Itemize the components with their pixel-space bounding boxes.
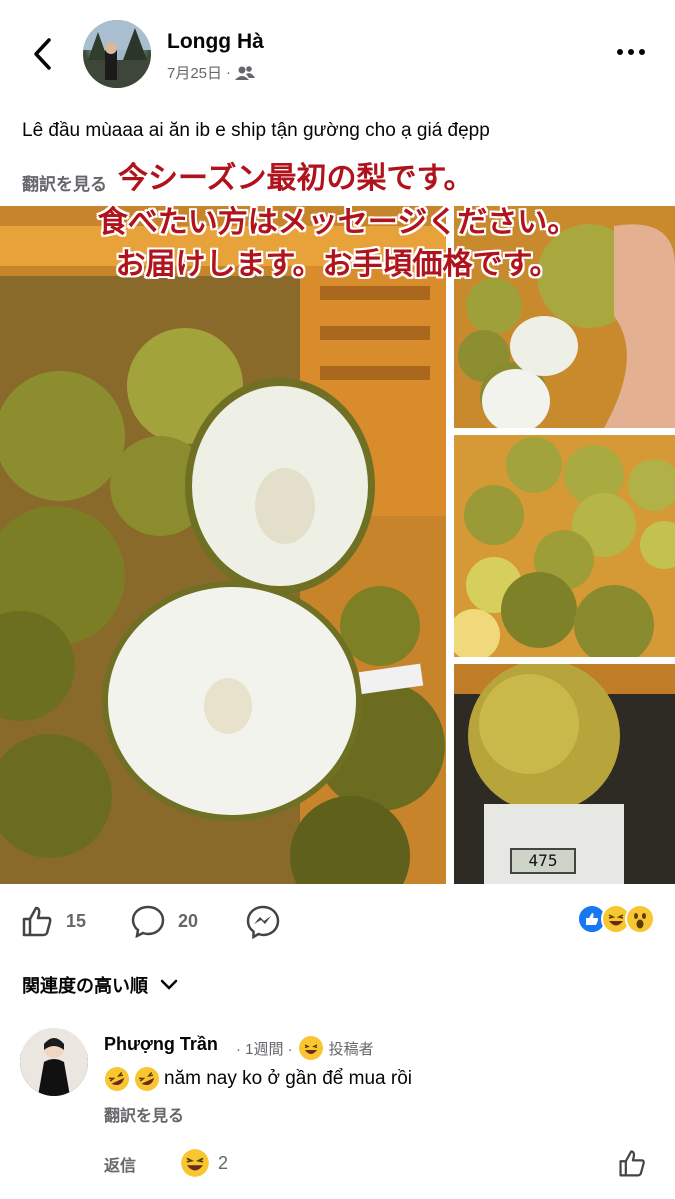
post-text: Lê đầu mùaaa ai ăn ib e ship tận gường c… bbox=[22, 120, 490, 141]
back-button[interactable] bbox=[22, 34, 62, 74]
photo-grid: 475 今シーズン最初の梨です。 食べたい方はメッセージください。 お届けします… bbox=[0, 162, 675, 884]
comment-time: · 1週間 · bbox=[236, 1040, 293, 1058]
comment-see-translation-link[interactable]: 翻訳を見る bbox=[104, 1102, 184, 1126]
scale-display: 475 bbox=[510, 848, 576, 874]
overlay-text-line1: 今シーズン最初の梨です。 bbox=[118, 162, 474, 195]
grin-emoji-icon bbox=[298, 1036, 323, 1060]
photo-bottom-right[interactable]: 475 bbox=[454, 664, 675, 884]
comment-icon bbox=[131, 905, 165, 938]
author-badge: 投稿者 bbox=[328, 1040, 374, 1058]
post-actions: 15 20 bbox=[0, 896, 675, 948]
chevron-down-icon bbox=[160, 979, 178, 990]
comment-body: năm nay ko ở gần để mua rồi bbox=[104, 1066, 412, 1092]
comment-sort-dropdown[interactable]: 関連度の高い順 bbox=[22, 972, 178, 998]
more-options-button[interactable] bbox=[613, 42, 649, 62]
rofl-emoji-icon bbox=[135, 1067, 159, 1091]
meta-separator: · bbox=[226, 64, 232, 81]
overlay-text-line2: 食べたい方はメッセージください。 bbox=[97, 206, 578, 239]
see-translation-link[interactable]: 翻訳を見る bbox=[22, 170, 107, 195]
like-icon bbox=[619, 1150, 645, 1177]
sort-label: 関連度の高い順 bbox=[22, 976, 148, 996]
haha-reaction-icon bbox=[181, 1149, 209, 1177]
author-name[interactable]: Longg Hà bbox=[167, 30, 264, 54]
commenter-avatar[interactable] bbox=[20, 1028, 88, 1096]
comment-like-button[interactable] bbox=[617, 1148, 647, 1183]
wow-reaction-icon bbox=[625, 904, 655, 934]
post-date[interactable]: 7月25日 bbox=[167, 62, 222, 83]
pears-box-image bbox=[454, 435, 675, 657]
like-button[interactable]: 15 bbox=[20, 904, 86, 938]
comment-meta: · 1週間 · 投稿者 bbox=[236, 1036, 374, 1060]
rofl-emoji-icon bbox=[105, 1067, 129, 1091]
overlay-text-line3: お届けします。お手頃価格です。 bbox=[115, 248, 560, 281]
comment-text: năm nay ko ở gần để mua rồi bbox=[164, 1068, 412, 1089]
comment-reaction-count: 2 bbox=[218, 1152, 229, 1173]
comment-count: 20 bbox=[178, 910, 199, 931]
like-icon bbox=[22, 906, 52, 937]
photo-middle-right[interactable] bbox=[454, 435, 675, 657]
post-header: Longg Hà 7月25日 · bbox=[0, 0, 675, 110]
commenter-name[interactable]: Phượng Trần bbox=[104, 1034, 218, 1055]
post-meta: 7月25日 · bbox=[167, 62, 256, 83]
chevron-left-icon bbox=[34, 38, 51, 70]
author-avatar[interactable] bbox=[83, 20, 151, 88]
comment-button[interactable]: 20 bbox=[130, 904, 198, 938]
messenger-icon bbox=[246, 905, 280, 940]
reaction-summary[interactable] bbox=[577, 904, 655, 934]
messenger-share-button[interactable] bbox=[245, 904, 281, 940]
reply-button[interactable]: 返信 bbox=[104, 1152, 136, 1176]
more-dots-icon bbox=[617, 49, 623, 55]
like-count: 15 bbox=[66, 910, 87, 931]
comment-reactions[interactable]: 2 bbox=[180, 1148, 228, 1178]
photo-main[interactable] bbox=[0, 206, 446, 884]
pears-crate-image bbox=[0, 206, 446, 884]
friends-icon bbox=[235, 65, 256, 80]
avatar-image bbox=[83, 20, 151, 88]
commenter-avatar-image bbox=[20, 1028, 88, 1096]
